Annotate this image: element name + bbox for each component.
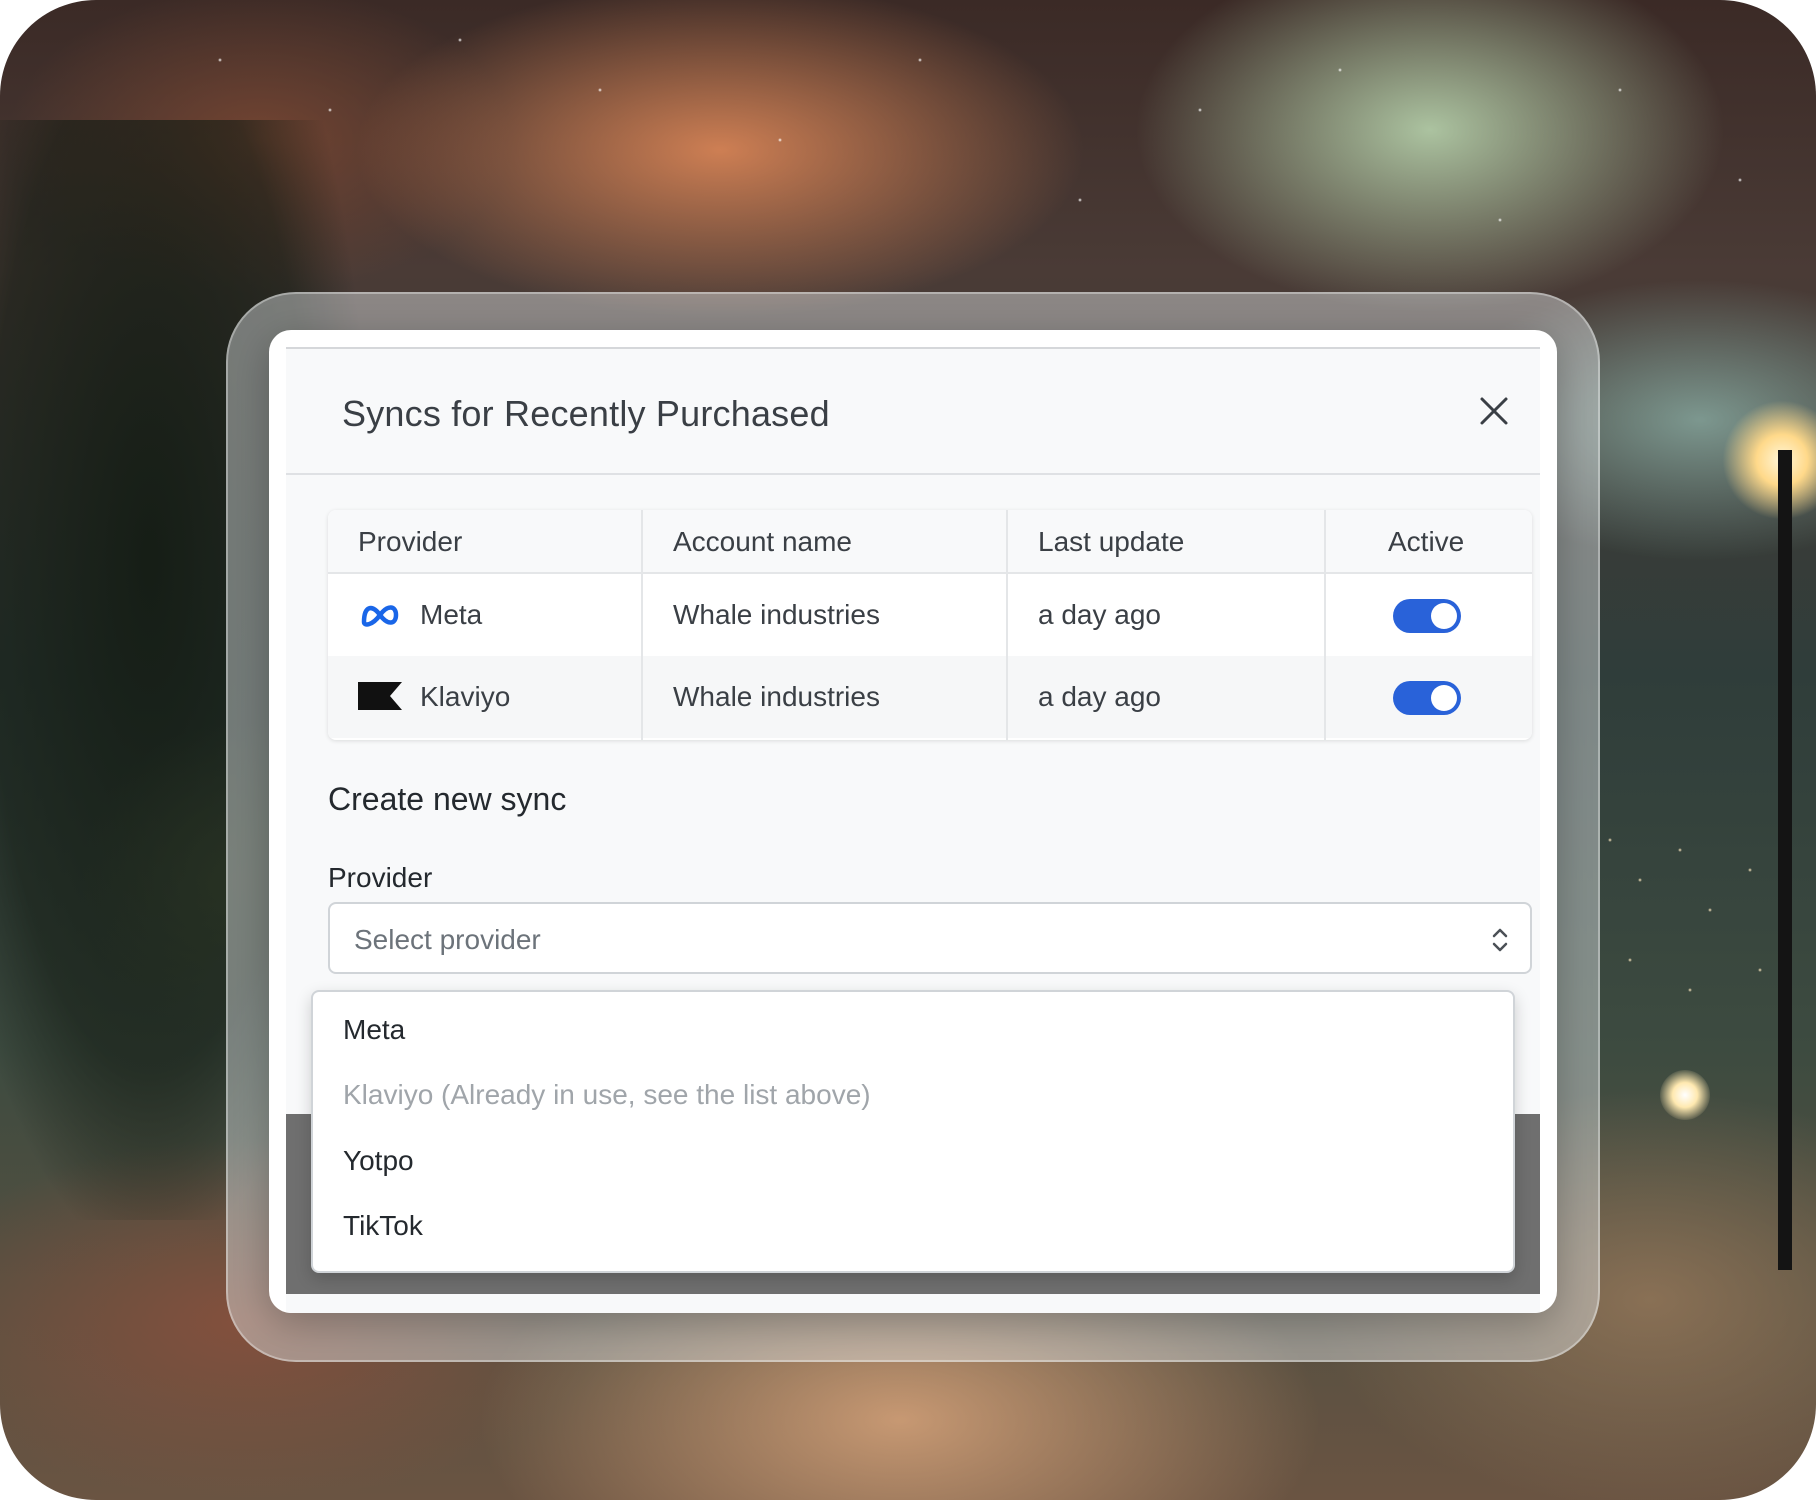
last-update: a day ago bbox=[1038, 599, 1161, 630]
option-tiktok[interactable]: TikTok bbox=[343, 1210, 423, 1242]
modal-title: Syncs for Recently Purchased bbox=[342, 393, 830, 434]
klaviyo-logo-icon bbox=[358, 682, 402, 715]
modal-header: Syncs for Recently Purchased bbox=[286, 349, 1540, 475]
chevron-up-down-icon bbox=[1490, 926, 1510, 959]
header-active: Active bbox=[1388, 526, 1465, 557]
table-row: Meta Whale industries a day ago bbox=[328, 574, 1532, 656]
active-toggle[interactable] bbox=[1393, 681, 1461, 715]
account-name: Whale industries bbox=[673, 681, 880, 712]
table-header: Provider Account name Last update Active bbox=[328, 510, 1532, 574]
option-yotpo[interactable]: Yotpo bbox=[343, 1145, 414, 1177]
toggle-knob bbox=[1431, 685, 1457, 711]
select-placeholder: Select provider bbox=[354, 924, 541, 955]
column-divider bbox=[1006, 510, 1008, 740]
account-name: Whale industries bbox=[673, 599, 880, 630]
last-update: a day ago bbox=[1038, 681, 1161, 712]
city-lights bbox=[1590, 820, 1790, 1060]
option-meta[interactable]: Meta bbox=[343, 1014, 405, 1046]
street-lamp-pole bbox=[1778, 450, 1792, 1270]
provider-label: Provider bbox=[328, 862, 433, 893]
column-divider bbox=[1324, 510, 1326, 740]
provider-select[interactable]: Select provider bbox=[328, 902, 1532, 974]
header-provider: Provider bbox=[358, 526, 463, 557]
toggle-knob bbox=[1431, 603, 1457, 629]
active-toggle[interactable] bbox=[1393, 599, 1461, 633]
close-button[interactable] bbox=[1476, 393, 1512, 429]
syncs-table: Provider Account name Last update Active… bbox=[328, 510, 1532, 740]
header-last-update: Last update bbox=[1038, 526, 1185, 557]
option-klaviyo-disabled: Klaviyo (Already in use, see the list ab… bbox=[343, 1079, 871, 1110]
meta-logo-icon bbox=[358, 598, 402, 637]
provider-dropdown-menu: Meta Klaviyo (Already in use, see the li… bbox=[311, 990, 1515, 1273]
street-lamp-light bbox=[1722, 400, 1816, 520]
provider-name: Klaviyo bbox=[420, 681, 511, 712]
close-icon bbox=[1480, 397, 1508, 425]
street-lamp-light bbox=[1660, 1070, 1710, 1120]
table-row: Klaviyo Whale industries a day ago bbox=[328, 656, 1532, 738]
header-account-name: Account name bbox=[673, 526, 852, 557]
column-divider bbox=[641, 510, 643, 740]
provider-name: Meta bbox=[420, 599, 483, 630]
create-sync-heading: Create new sync bbox=[328, 781, 567, 817]
